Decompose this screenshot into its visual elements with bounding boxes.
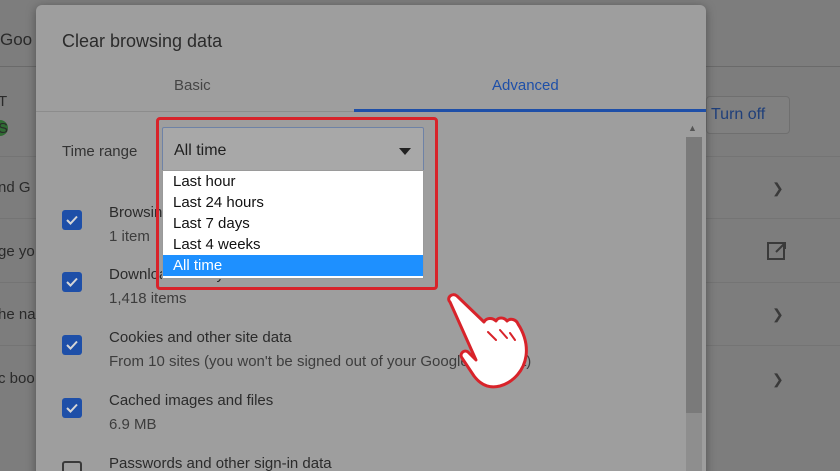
check-icon bbox=[66, 340, 78, 350]
check-icon bbox=[66, 215, 78, 225]
item-subtitle: 1,418 items bbox=[109, 290, 187, 307]
active-tab-indicator bbox=[354, 109, 706, 112]
cached-images-checkbox[interactable] bbox=[62, 398, 82, 418]
chevron-right-icon[interactable]: ❯ bbox=[772, 306, 784, 323]
highlight-box bbox=[156, 117, 438, 290]
scrollbar-thumb[interactable] bbox=[686, 137, 702, 413]
item-subtitle: 1 item bbox=[109, 228, 150, 245]
item-title: Cookies and other site data bbox=[109, 329, 292, 346]
bg-row-fragment: ge yo bbox=[0, 243, 35, 260]
passwords-checkbox[interactable] bbox=[62, 461, 82, 471]
bg-row-fragment: c boo bbox=[0, 370, 35, 387]
download-history-checkbox[interactable] bbox=[62, 272, 82, 292]
item-title: Passwords and other sign-in data bbox=[109, 455, 332, 471]
tab-basic[interactable]: Basic bbox=[174, 77, 211, 94]
turn-off-sync-button[interactable]: Turn off bbox=[706, 96, 790, 134]
browsing-history-checkbox[interactable] bbox=[62, 210, 82, 230]
check-icon bbox=[66, 403, 78, 413]
bg-row-fragment: he na bbox=[0, 306, 36, 323]
item-subtitle: 6.9 MB bbox=[109, 416, 157, 433]
chevron-right-icon[interactable]: ❯ bbox=[772, 180, 784, 197]
time-range-label: Time range bbox=[62, 143, 138, 160]
item-title: Cached images and files bbox=[109, 392, 274, 409]
chevron-right-icon[interactable]: ❯ bbox=[772, 371, 784, 388]
cookies-checkbox[interactable] bbox=[62, 335, 82, 355]
check-icon bbox=[66, 277, 78, 287]
external-link-icon[interactable] bbox=[766, 240, 788, 262]
bg-row-fragment: S bbox=[0, 120, 9, 137]
dialog-title: Clear browsing data bbox=[62, 31, 223, 51]
app-title-fragment: Goo bbox=[0, 30, 33, 49]
tab-advanced[interactable]: Advanced bbox=[492, 77, 559, 94]
bg-row-fragment: nd G bbox=[0, 179, 31, 196]
scroll-up-arrow-icon[interactable]: ▲ bbox=[688, 123, 697, 133]
bg-row-fragment: T bbox=[0, 93, 8, 110]
pointing-hand-icon bbox=[447, 293, 528, 389]
